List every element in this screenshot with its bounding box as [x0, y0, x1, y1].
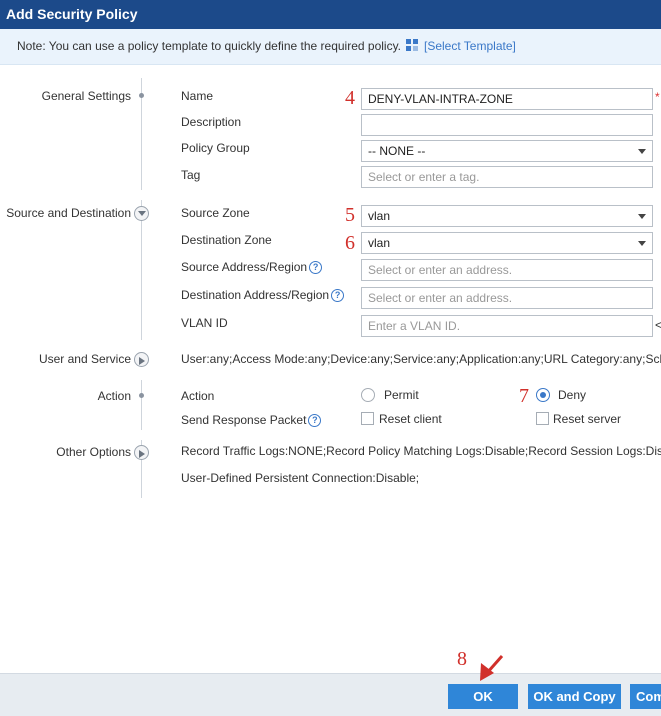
- destination-address-label-text: Destination Address/Region: [181, 288, 330, 302]
- template-grid-icon[interactable]: [406, 39, 418, 51]
- permit-label: Permit: [384, 388, 419, 402]
- template-note-text: Note: You can use a policy template to q…: [17, 39, 402, 53]
- vlan-id-label: VLAN ID: [181, 316, 228, 330]
- reset-server-checkbox[interactable]: [536, 412, 549, 425]
- send-response-label-text: Send Response Packet: [181, 413, 307, 427]
- policy-group-label: Policy Group: [181, 141, 250, 155]
- select-template-link[interactable]: [Select Template]: [424, 39, 516, 53]
- tag-input[interactable]: Select or enter a tag.: [361, 166, 653, 188]
- destination-zone-value: vlan: [368, 236, 391, 250]
- tag-label: Tag: [181, 168, 201, 182]
- destination-address-label: Destination Address/Region?: [181, 288, 345, 303]
- reset-server-label: Reset server: [553, 412, 622, 426]
- required-mark: *: [655, 90, 660, 104]
- policy-group-value: -- NONE --: [368, 144, 426, 158]
- source-zone-select[interactable]: vlan: [361, 205, 653, 227]
- step-marker-6: 6: [345, 232, 355, 254]
- vlan-id-trailing-text: <: [655, 318, 661, 332]
- vlan-id-input[interactable]: Enter a VLAN ID.: [361, 315, 653, 337]
- section-dot-icon: [139, 93, 144, 98]
- permit-radio[interactable]: [361, 388, 375, 402]
- destination-zone-label: Destination Zone: [181, 233, 272, 247]
- help-icon[interactable]: ?: [309, 261, 323, 275]
- description-input[interactable]: [361, 114, 653, 136]
- expand-toggle-icon[interactable]: [134, 206, 149, 221]
- dialog-footer: OK OK and Copy Com: [0, 673, 661, 716]
- chevron-down-icon: [638, 214, 646, 219]
- reset-client-checkbox[interactable]: [361, 412, 374, 425]
- expand-toggle-icon[interactable]: [134, 352, 149, 367]
- user-service-summary[interactable]: User:any;Access Mode:any;Device:any;Serv…: [181, 352, 661, 366]
- destination-zone-select[interactable]: vlan: [361, 232, 653, 254]
- chevron-down-icon: [638, 149, 646, 154]
- help-icon[interactable]: ?: [308, 414, 322, 428]
- help-icon[interactable]: ?: [331, 289, 345, 303]
- name-label: Name: [181, 89, 214, 103]
- step-marker-8: 8: [457, 648, 467, 670]
- section-dot-icon: [139, 393, 144, 398]
- section-action: Action: [97, 389, 131, 403]
- policy-group-select[interactable]: -- NONE --: [361, 140, 653, 162]
- section-line-source-dest: [141, 200, 142, 340]
- destination-address-input[interactable]: Select or enter an address.: [361, 287, 653, 309]
- source-address-input[interactable]: Select or enter an address.: [361, 259, 653, 281]
- template-note-bar: Note: You can use a policy template to q…: [0, 29, 661, 65]
- name-input[interactable]: DENY-VLAN-INTRA-ZONE: [361, 88, 653, 110]
- description-label: Description: [181, 115, 242, 129]
- deny-radio[interactable]: [536, 388, 550, 402]
- chevron-down-icon: [638, 241, 646, 246]
- ok-and-copy-button[interactable]: OK and Copy: [528, 684, 621, 709]
- other-options-summary-line2[interactable]: User-Defined Persistent Connection:Disab…: [181, 471, 419, 485]
- section-line-action: [141, 380, 142, 430]
- action-label: Action: [181, 389, 215, 403]
- section-other-options: Other Options: [56, 445, 131, 459]
- pointer-arrow-icon: [480, 655, 504, 681]
- dialog-title: Add Security Policy: [6, 6, 138, 22]
- source-zone-value: vlan: [368, 209, 391, 223]
- section-source-destination: Source and Destination: [6, 206, 131, 220]
- step-marker-5: 5: [345, 204, 355, 226]
- send-response-label: Send Response Packet?: [181, 413, 322, 428]
- third-footer-button[interactable]: Com: [630, 684, 661, 709]
- step-marker-4: 4: [345, 87, 355, 109]
- deny-label: Deny: [558, 388, 587, 402]
- section-general-settings: General Settings: [41, 89, 131, 103]
- source-zone-label: Source Zone: [181, 206, 250, 220]
- section-user-service: User and Service: [38, 352, 131, 366]
- reset-client-label: Reset client: [379, 412, 442, 426]
- dialog-titlebar: Add Security Policy: [0, 0, 661, 29]
- other-options-summary-line1[interactable]: Record Traffic Logs:NONE;Record Policy M…: [181, 444, 661, 458]
- step-marker-7: 7: [519, 385, 529, 407]
- source-address-label-text: Source Address/Region: [181, 260, 308, 274]
- expand-toggle-icon[interactable]: [134, 445, 149, 460]
- source-address-label: Source Address/Region?: [181, 260, 323, 275]
